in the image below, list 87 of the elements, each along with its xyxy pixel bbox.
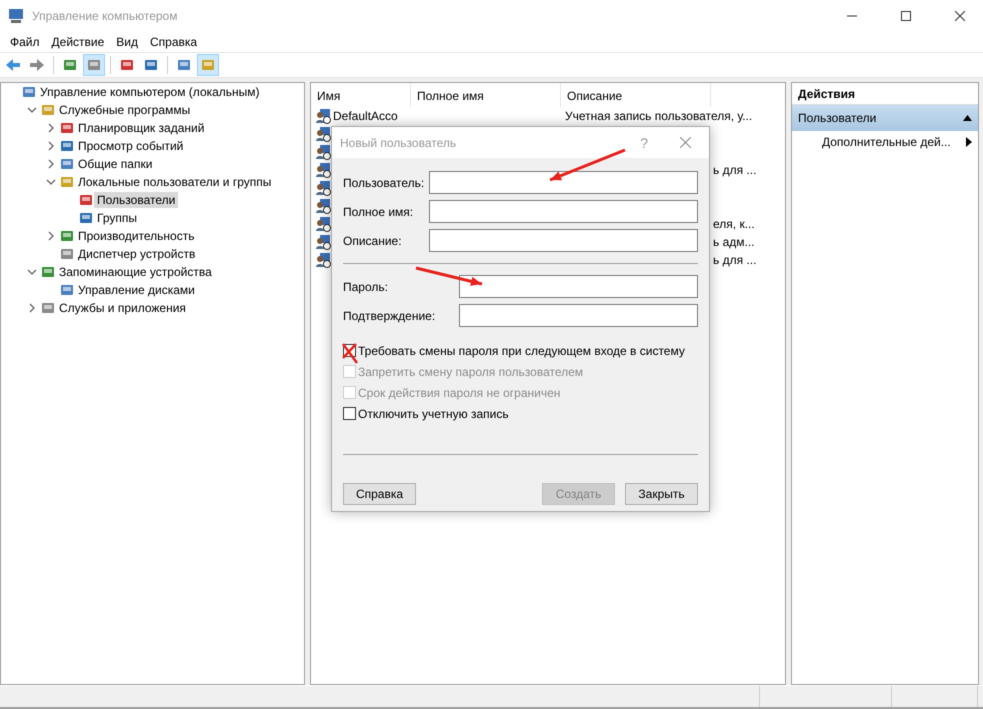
text-field[interactable] xyxy=(429,171,698,194)
forward-arrow-icon xyxy=(29,58,45,72)
user-icon xyxy=(315,198,331,214)
description-text: Учетная запись пользователя, у... xyxy=(565,109,752,123)
node-icon xyxy=(59,246,75,262)
chevron-down-icon[interactable] xyxy=(27,267,37,277)
tree-item[interactable]: Диспетчер устройств xyxy=(75,246,198,262)
tree-item[interactable]: Группы xyxy=(94,210,140,226)
column-header[interactable]: Имя xyxy=(311,83,411,107)
maximize-icon[interactable] xyxy=(901,11,911,21)
tree-item[interactable]: Запоминающие устройства xyxy=(56,264,215,280)
tree-item[interactable]: Пользователи xyxy=(94,192,178,208)
node-icon xyxy=(59,138,75,154)
triangle-up-icon xyxy=(963,115,972,121)
user-icon xyxy=(315,108,331,124)
chevron-down-icon[interactable] xyxy=(46,177,56,187)
checkbox-option[interactable]: Отключить учетную запись xyxy=(343,403,698,424)
text-field[interactable] xyxy=(429,200,698,223)
tool-icon xyxy=(86,57,102,73)
window-title: Управление компьютером xyxy=(32,9,178,23)
dialog-button[interactable]: Справка xyxy=(343,483,416,505)
annotation-cross xyxy=(342,342,358,364)
tool-icon xyxy=(62,57,78,73)
text-field[interactable] xyxy=(429,229,698,252)
tree-item[interactable]: Планировщик заданий xyxy=(75,120,208,136)
menu-item[interactable]: Вид xyxy=(110,35,144,49)
chevron-right-icon[interactable] xyxy=(46,123,56,133)
user-icon xyxy=(315,216,331,232)
tree-item[interactable]: Локальные пользователи и группы xyxy=(75,174,274,190)
chevron-down-icon[interactable] xyxy=(27,105,37,115)
node-icon xyxy=(59,282,75,298)
user-icon xyxy=(315,252,331,268)
tool-icon xyxy=(143,57,159,73)
password-field[interactable] xyxy=(459,304,698,327)
field-label: Пароль: xyxy=(343,280,388,294)
node-icon xyxy=(59,228,75,244)
toolbar-button[interactable] xyxy=(83,54,105,76)
tool-icon xyxy=(200,57,216,73)
actions-section[interactable]: Пользователи xyxy=(792,105,978,131)
menu-item[interactable]: Действие xyxy=(46,35,110,49)
description-text: ь для ... xyxy=(712,253,756,267)
tree-item[interactable]: Управление компьютером (локальным) xyxy=(37,84,263,100)
field-label: Подтверждение: xyxy=(343,308,436,322)
dialog-title: Новый пользователь xyxy=(340,136,458,150)
computer-icon xyxy=(8,8,24,24)
column-header[interactable]: Полное имя xyxy=(411,83,561,107)
user-name: DefaultAcco xyxy=(333,109,398,123)
tree-item[interactable]: Производительность xyxy=(75,228,198,244)
node-icon xyxy=(59,120,75,136)
dialog-button[interactable]: Закрыть xyxy=(625,483,698,505)
tree-item[interactable]: Просмотр событий xyxy=(75,138,186,154)
password-field[interactable] xyxy=(459,275,698,298)
tree-item[interactable]: Общие папки xyxy=(75,156,156,172)
triangle-right-icon xyxy=(966,137,972,147)
description-text: ь для ... xyxy=(712,163,756,177)
menu-item[interactable]: Файл xyxy=(4,35,46,49)
tree-item[interactable]: Служебные программы xyxy=(56,102,194,118)
action-item[interactable]: Дополнительные дей... xyxy=(792,131,978,153)
checkbox-option[interactable]: Требовать смены пароля при следующем входе в систему xyxy=(343,340,698,361)
chevron-right-icon[interactable] xyxy=(46,159,56,169)
description-text: еля, к... xyxy=(712,217,755,231)
chevron-right-icon[interactable] xyxy=(46,231,56,241)
back-arrow-icon xyxy=(5,58,21,72)
node-icon xyxy=(78,192,94,208)
user-icon xyxy=(315,162,331,178)
node-icon xyxy=(40,264,56,280)
user-icon xyxy=(315,234,331,250)
node-icon xyxy=(40,102,56,118)
field-label: Пользователь: xyxy=(343,176,424,190)
node-icon xyxy=(40,300,56,316)
annotation-arrow xyxy=(416,266,482,286)
field-label: Описание: xyxy=(343,234,402,248)
field-label: Полное имя: xyxy=(343,204,414,218)
node-icon xyxy=(59,174,75,190)
user-icon xyxy=(315,180,331,196)
node-icon xyxy=(78,210,94,226)
column-header[interactable]: Описание xyxy=(561,83,711,107)
tool-icon xyxy=(176,57,192,73)
description-text: ь адм... xyxy=(712,235,755,249)
chevron-right-icon[interactable] xyxy=(46,141,56,151)
menu-item[interactable]: Справка xyxy=(144,35,204,49)
tree-item[interactable]: Управление дисками xyxy=(75,282,198,298)
chevron-right-icon[interactable] xyxy=(27,303,37,313)
tool-icon xyxy=(119,57,135,73)
tree-item[interactable]: Службы и приложения xyxy=(56,300,189,316)
close-icon[interactable] xyxy=(955,11,965,21)
node-icon xyxy=(59,156,75,172)
